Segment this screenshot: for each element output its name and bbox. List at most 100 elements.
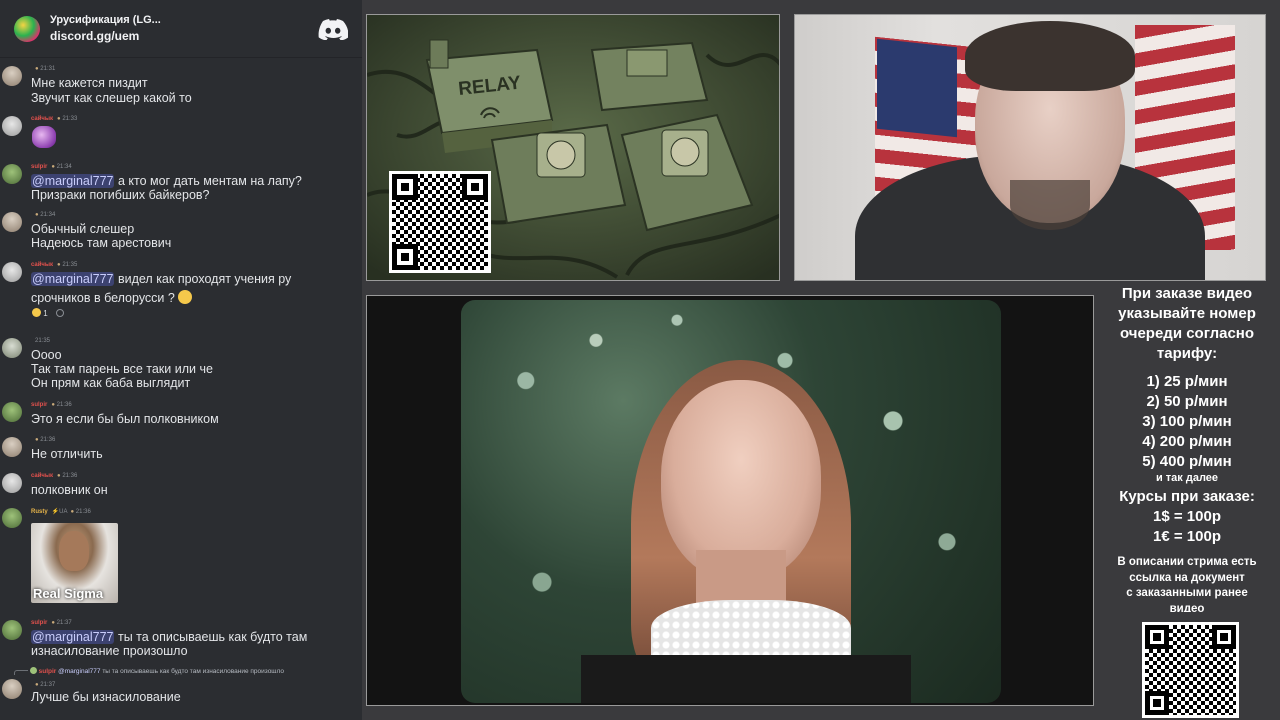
- person-hair: [965, 21, 1135, 91]
- message-text: Звучит как слешер какой то: [31, 91, 192, 105]
- order-heading-line: При заказе видео: [1121, 285, 1253, 302]
- tariff-item: 3) 100 р/мин: [1142, 413, 1232, 430]
- message-meta: ● 21:31: [31, 66, 55, 72]
- message-text: Лучше бы изнасилование: [31, 690, 181, 704]
- timestamp: 21:36: [75, 509, 91, 515]
- message-text: Обычный слешер: [31, 222, 135, 236]
- message-line: @marginal777 а кто мог дать ментам на ла…: [31, 174, 302, 188]
- role-badge: UA: [59, 509, 68, 515]
- attached-image[interactable]: Real Sigma: [31, 523, 118, 603]
- user-mention[interactable]: @marginal777: [31, 630, 115, 644]
- message-text: Так там парень все таки или че: [31, 362, 213, 376]
- user-mention[interactable]: @marginal777: [31, 174, 115, 188]
- tariff-item: 2) 50 р/мин: [1146, 393, 1228, 410]
- avatar[interactable]: [2, 212, 22, 232]
- timestamp: 21:35: [62, 262, 78, 268]
- author-name[interactable]: сайчык: [31, 116, 53, 122]
- chat-header: Урусификация (LG... discord.gg/uem: [0, 0, 362, 58]
- note-line: с заказанными ранее: [1126, 587, 1248, 599]
- device-box-2: [490, 123, 627, 225]
- message-text: Оооо: [31, 348, 62, 362]
- person-beard: [1010, 180, 1090, 230]
- relay-image-panel: RELAY: [366, 14, 780, 281]
- qr-finder: [462, 174, 488, 200]
- author-name[interactable]: Rusty: [31, 509, 48, 515]
- role-badge-icon: ●: [57, 262, 61, 268]
- message-text: Не отличить: [31, 447, 103, 461]
- message-text: видел как проходят учения ру: [117, 272, 292, 286]
- author-name[interactable]: sulpir: [31, 402, 47, 408]
- avatar[interactable]: [2, 679, 22, 699]
- author-name[interactable]: sulpir: [31, 620, 47, 626]
- role-badge-icon: ●: [35, 66, 39, 72]
- role-badge-icon: ●: [51, 402, 55, 408]
- role-badge-icon: ●: [57, 116, 61, 122]
- note-line: видео: [1169, 602, 1205, 612]
- add-reaction-icon[interactable]: [55, 309, 64, 317]
- server-invite-link[interactable]: discord.gg/uem: [50, 29, 318, 43]
- discord-chat-panel: Урусификация (LG... discord.gg/uem ● 21:…: [0, 0, 362, 720]
- author-name[interactable]: сайчык: [31, 262, 53, 268]
- avatar[interactable]: [2, 473, 22, 493]
- message-meta: ● 21:37: [31, 682, 55, 688]
- order-heading-line: указывайте номер: [1118, 305, 1256, 322]
- timestamp: 21:34: [40, 212, 56, 218]
- user-mention[interactable]: @marginal777: [31, 272, 115, 286]
- qr-finder: [1212, 625, 1236, 649]
- server-name: Урусификация (LG...: [50, 14, 161, 26]
- role-badge-icon: ●: [35, 437, 39, 443]
- message-text: срочников в белорусси ?: [31, 291, 175, 305]
- avatar[interactable]: [2, 262, 22, 282]
- server-info: Урусификация (LG... discord.gg/uem: [50, 14, 318, 43]
- qr-code-bottom[interactable]: [1142, 622, 1239, 718]
- role-badge-icon: ●: [35, 212, 39, 218]
- reply-mention: @marginal777: [58, 668, 101, 675]
- avatar[interactable]: [2, 620, 22, 640]
- reply-avatar: [29, 667, 37, 674]
- tariff-item: 4) 200 р/мин: [1142, 433, 1232, 450]
- avatar[interactable]: [2, 116, 22, 136]
- qr-finder: [1145, 691, 1169, 715]
- role-badge-icon: ●: [51, 164, 55, 170]
- author-name[interactable]: сайчык: [31, 473, 53, 479]
- role-badge-icon: ●: [51, 620, 55, 626]
- video-frame: [461, 300, 1001, 703]
- message-meta: 21:35: [31, 338, 50, 344]
- reply-preview[interactable]: sulpir @marginal777 ты та описываешь как…: [14, 667, 284, 675]
- qr-code-top[interactable]: [389, 171, 491, 273]
- avatar[interactable]: [2, 164, 22, 184]
- message-meta: сайчык ● 21:33: [31, 116, 77, 122]
- avatar[interactable]: [2, 508, 22, 528]
- message-line: срочников в белорусси ?: [31, 290, 193, 305]
- message-text: Это я если бы был полковником: [31, 412, 219, 426]
- avatar[interactable]: [2, 338, 22, 358]
- reaction-pill[interactable]: 1: [32, 308, 64, 318]
- emoji-icon: [178, 290, 193, 304]
- qr-finder: [1145, 625, 1169, 649]
- note-line: ссылка на документ: [1129, 571, 1245, 584]
- laugh-emoji-icon: [32, 308, 41, 317]
- avatar[interactable]: [2, 437, 22, 457]
- rates-heading: Курсы при заказе:: [1119, 488, 1255, 505]
- message-line: @marginal777 ты та описываешь как будто …: [31, 630, 307, 644]
- avatar[interactable]: [2, 402, 22, 422]
- author-name[interactable]: sulpir: [31, 164, 47, 170]
- sticker-image[interactable]: [32, 126, 56, 148]
- avatar[interactable]: [2, 66, 22, 86]
- rate-item: 1€ = 100р: [1153, 528, 1221, 545]
- note-line: В описании стрима есть: [1117, 556, 1257, 568]
- image-caption: Real Sigma: [33, 586, 104, 601]
- message-meta: сайчык ● 21:35: [31, 262, 77, 268]
- video-player[interactable]: [366, 295, 1094, 706]
- webcam-panel: [794, 14, 1266, 281]
- stream-layout: Урусификация (LG... discord.gg/uem ● 21:…: [0, 0, 1280, 720]
- role-badge-icon: ●: [70, 509, 75, 515]
- reaction-count: 1: [43, 309, 48, 318]
- message-meta: sulpir ● 21:34: [31, 164, 72, 170]
- message-text: Он прям как баба выглядит: [31, 376, 191, 390]
- message-text: изнасилование произошло: [31, 644, 188, 658]
- image-figure: [59, 531, 89, 571]
- timestamp: 21:37: [56, 620, 72, 626]
- tariff-item: 5) 400 р/мин: [1142, 453, 1232, 470]
